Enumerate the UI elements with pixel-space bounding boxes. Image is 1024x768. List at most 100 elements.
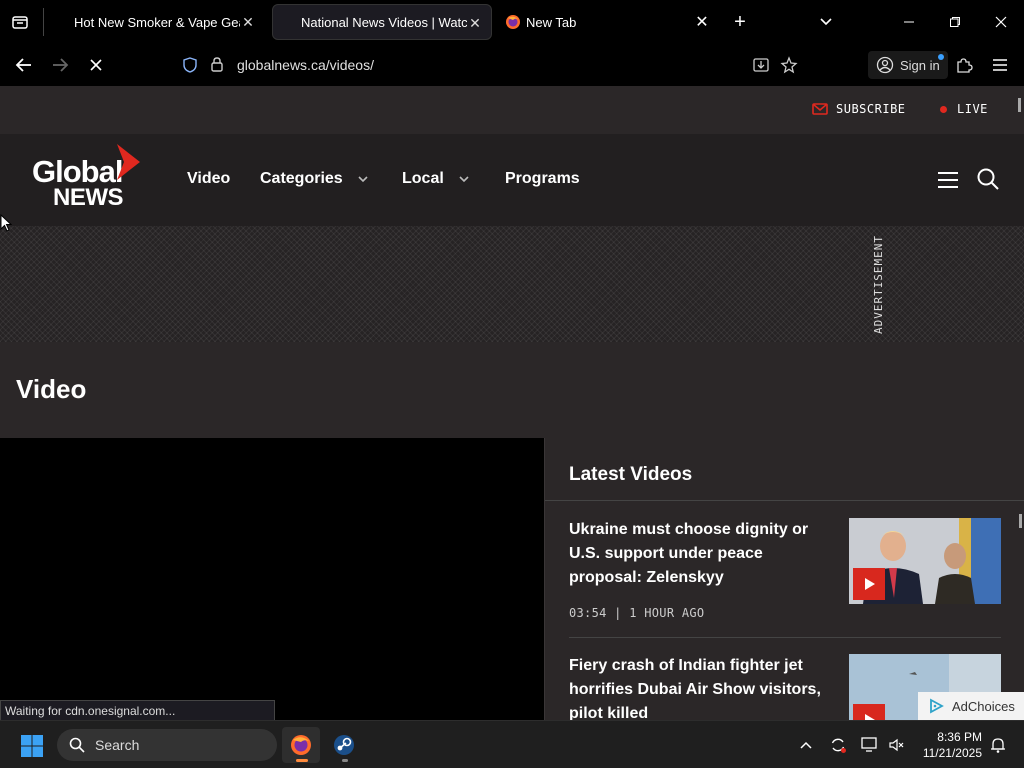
network-icon[interactable] xyxy=(860,735,880,755)
tab-list-icon[interactable] xyxy=(8,10,32,34)
minimize-icon[interactable] xyxy=(897,10,921,34)
running-indicator xyxy=(342,759,348,762)
chevron-up-icon[interactable] xyxy=(796,735,816,755)
taskbar-firefox[interactable] xyxy=(282,727,320,763)
video-thumbnail[interactable] xyxy=(849,518,1001,604)
search-icon xyxy=(69,737,85,753)
bookmark-star-icon[interactable] xyxy=(780,56,798,74)
divider xyxy=(545,500,1024,501)
video-player[interactable] xyxy=(0,438,544,720)
tab-title: New Tab xyxy=(526,14,577,30)
utility-bar: SUBSCRIBE LIVE xyxy=(0,86,1024,134)
url-bar[interactable]: globalnews.ca/videos/ xyxy=(176,50,812,80)
nav-categories[interactable]: Categories xyxy=(260,170,369,188)
active-indicator xyxy=(296,759,308,762)
advertisement-banner: ADVERTISEMENT xyxy=(0,226,1024,342)
tab-close-icon[interactable]: ✕ xyxy=(690,10,714,34)
nav-video[interactable]: Video xyxy=(187,170,230,188)
clock-time: 8:36 PM xyxy=(937,730,982,744)
tab-smoker-vape[interactable]: Hot New Smoker & Vape Gear | ✕ xyxy=(64,4,264,40)
sign-in-label: Sign in xyxy=(900,57,940,73)
live-link[interactable]: LIVE xyxy=(940,102,988,116)
account-icon xyxy=(876,56,894,74)
advertisement-label-text: ADVERTISEMENT xyxy=(872,234,886,334)
subscribe-link[interactable]: SUBSCRIBE xyxy=(812,102,906,116)
panel-scrollbar[interactable] xyxy=(1019,514,1022,528)
mouse-cursor-icon xyxy=(0,214,12,232)
tab-title: Hot New Smoker & Vape Gear | xyxy=(74,14,240,30)
browser-status-bar: Waiting for cdn.onesignal.com... xyxy=(0,700,275,721)
close-window-icon[interactable] xyxy=(989,10,1013,34)
taskbar-search[interactable]: Search xyxy=(57,729,277,761)
site-header: Global NEWS Video Categories Local Progr… xyxy=(0,134,1024,226)
firefox-icon xyxy=(291,735,311,755)
stop-loading-icon[interactable] xyxy=(84,53,108,77)
taskbar-search-placeholder: Search xyxy=(95,737,140,753)
adchoices-button[interactable]: AdChoices xyxy=(918,692,1024,720)
volume-muted-icon[interactable] xyxy=(886,735,906,755)
nav-label: Programs xyxy=(505,170,580,187)
global-news-logo[interactable]: Global NEWS xyxy=(30,144,145,211)
chevron-down-icon xyxy=(459,176,469,183)
url-text[interactable]: globalnews.ca/videos/ xyxy=(237,57,374,73)
taskbar-steam[interactable] xyxy=(325,727,363,763)
shield-icon[interactable] xyxy=(182,57,198,73)
logo-text-news: NEWS xyxy=(53,184,124,211)
firefox-icon xyxy=(506,15,520,29)
nav-local[interactable]: Local xyxy=(402,170,470,188)
nav-label: Local xyxy=(402,170,444,187)
play-icon[interactable] xyxy=(853,568,885,600)
web-page: SUBSCRIBE LIVE Global NEWS Video Categor… xyxy=(0,86,1024,720)
nav-label: Video xyxy=(187,170,231,187)
tab-title: National News Videos | Watch N xyxy=(301,14,467,30)
windows-start-icon[interactable] xyxy=(20,734,44,758)
live-dot-icon xyxy=(940,105,947,113)
restore-icon[interactable] xyxy=(943,10,967,34)
play-icon[interactable] xyxy=(853,704,885,720)
site-menu-icon[interactable] xyxy=(936,170,960,190)
advertisement-label: ADVERTISEMENT xyxy=(872,234,886,334)
reader-view-icon[interactable] xyxy=(752,56,770,74)
mail-icon xyxy=(812,103,828,115)
notifications-icon[interactable] xyxy=(988,735,1008,755)
subscribe-label: SUBSCRIBE xyxy=(836,102,906,116)
forward-arrow-icon[interactable] xyxy=(48,53,72,77)
video-title[interactable]: Ukraine must choose dignity or U.S. supp… xyxy=(569,518,831,590)
video-card[interactable]: Ukraine must choose dignity or U.S. supp… xyxy=(569,518,1001,628)
video-meta: 03:54 | 1 HOUR AGO xyxy=(569,606,705,620)
tab-new-tab[interactable]: New Tab xyxy=(500,4,720,40)
latest-videos-heading: Latest Videos xyxy=(569,464,693,485)
video-title[interactable]: Fiery crash of Indian fighter jet horrif… xyxy=(569,654,831,720)
search-icon[interactable] xyxy=(976,167,1000,191)
tab-separator xyxy=(43,8,44,36)
adchoices-label: AdChoices xyxy=(952,698,1015,714)
live-label: LIVE xyxy=(957,102,988,116)
taskbar-clock[interactable]: 8:36 PM 11/21/2025 xyxy=(912,729,982,761)
chevron-down-icon xyxy=(358,176,368,183)
browser-tab-bar: Hot New Smoker & Vape Gear | ✕ National … xyxy=(0,0,1024,44)
clock-date: 11/21/2025 xyxy=(922,746,982,760)
new-tab-button[interactable]: + xyxy=(728,10,752,34)
nav-programs[interactable]: Programs xyxy=(505,170,580,188)
steam-icon xyxy=(334,735,354,755)
sign-in-button[interactable]: Sign in xyxy=(868,51,948,79)
extensions-icon[interactable] xyxy=(952,53,976,77)
adchoices-icon xyxy=(930,698,944,714)
page-title: Video xyxy=(16,374,87,404)
tab-close-icon[interactable]: ✕ xyxy=(467,15,483,31)
latest-videos-panel: Latest Videos Ukraine must choose dignit… xyxy=(544,438,1024,720)
chevron-down-icon[interactable] xyxy=(814,10,838,34)
tab-close-icon[interactable]: ✕ xyxy=(240,14,256,30)
sync-icon[interactable] xyxy=(828,735,848,755)
divider xyxy=(569,637,1001,638)
nav-label: Categories xyxy=(260,170,343,187)
windows-taskbar: Search 8:36 PM 11/21/2025 xyxy=(0,720,1024,768)
logo-chevron-icon xyxy=(117,144,140,180)
lock-icon[interactable] xyxy=(210,56,224,72)
hamburger-menu-icon[interactable] xyxy=(988,53,1012,77)
browser-nav-bar: globalnews.ca/videos/ Sign in xyxy=(0,44,1024,86)
tab-national-news[interactable]: National News Videos | Watch N ✕ xyxy=(272,4,492,40)
back-arrow-icon[interactable] xyxy=(12,53,36,77)
notification-dot xyxy=(937,54,944,60)
page-scrollbar[interactable] xyxy=(1018,98,1021,112)
